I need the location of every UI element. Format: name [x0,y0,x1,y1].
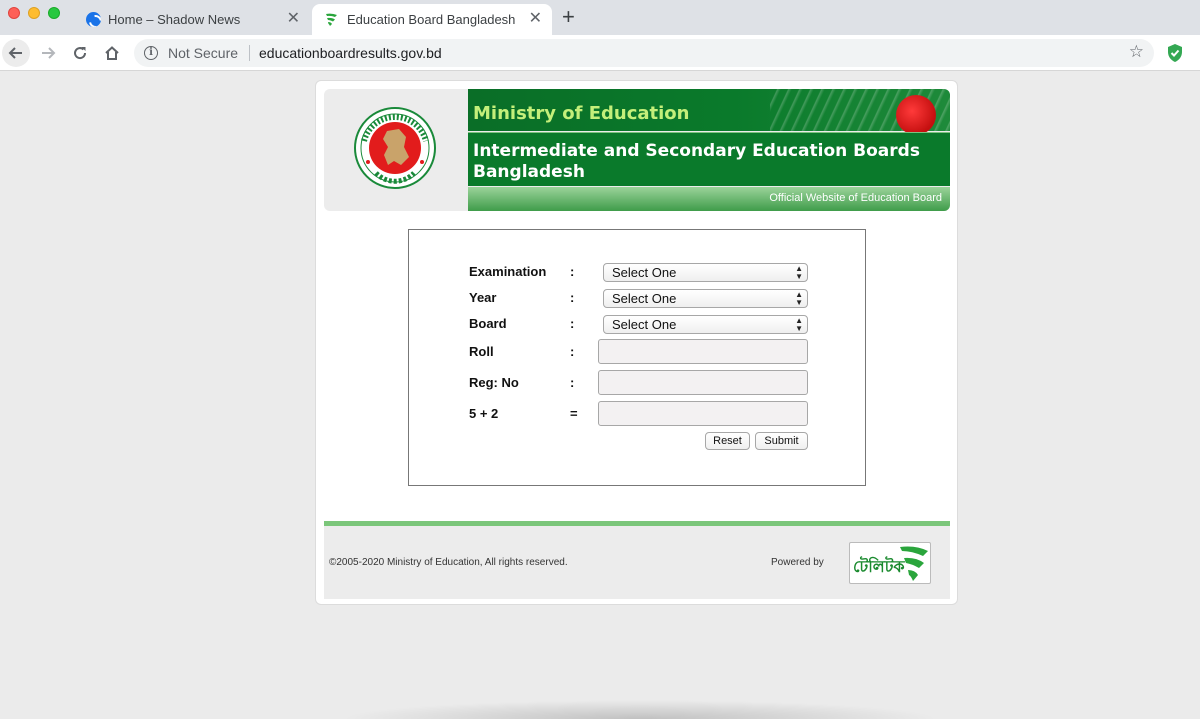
captcha-label: 5 + 2 [469,406,499,421]
boards-title: Intermediate and Secondary Education Boa… [473,141,920,182]
window-minimize-button[interactable] [28,7,40,19]
registration-input[interactable] [598,370,808,395]
banner-top-strip: Ministry of Education [468,89,950,135]
banner-bottom-strip: Official Website of Education Board [468,187,950,211]
teletalk-mark-icon [900,546,928,581]
board-label: Board [469,316,507,331]
window-zoom-button[interactable] [48,7,60,19]
reload-icon [74,47,87,60]
site-header: Ministry of Education Intermediate and S… [324,89,950,211]
registration-label: Reg: No [469,375,519,390]
tab-shadow-news[interactable]: Home – Shadow News ✕ [74,4,310,35]
powered-by-text: Powered by [771,557,824,568]
globe-icon [86,12,101,27]
tab-title: Home – Shadow News [108,12,241,27]
year-row: Year : Select One ▲ ▼ [469,289,809,315]
browser-toolbar: i Not Secure educationboardresults.gov.b… [0,35,1200,71]
board-select-value: Select One [612,317,677,332]
year-select-value: Select One [612,291,677,306]
arrow-right-icon [42,47,56,59]
shield-icon[interactable] [1166,43,1184,63]
close-icon[interactable]: ✕ [529,10,542,28]
teletalk-logo[interactable]: টেলিটক [849,542,931,584]
examination-select[interactable]: Select One ▲ ▼ [603,263,808,282]
examination-label: Examination [469,264,547,279]
examination-row: Examination : Select One ▲ ▼ [469,263,809,289]
government-seal-icon [354,107,436,189]
forward-button[interactable] [34,39,62,67]
captcha-input[interactable] [598,401,808,426]
roll-row: Roll : [469,339,809,365]
home-button[interactable] [98,39,126,67]
close-icon[interactable]: ✕ [287,10,300,28]
roll-label: Roll [469,344,494,359]
roll-input[interactable] [598,339,808,364]
board-row: Board : Select One ▲ ▼ [469,315,809,341]
page-bottom-shadow [340,700,940,719]
page-container: Ministry of Education Intermediate and S… [315,80,958,605]
examination-select-value: Select One [612,265,677,280]
board-select[interactable]: Select One ▲ ▼ [603,315,808,334]
back-button[interactable] [2,39,30,67]
examination-separator: : [570,264,575,279]
official-website-text: Official Website of Education Board [769,192,942,204]
teletalk-favicon-icon [326,13,337,26]
home-icon [105,46,119,60]
select-arrows-icon: ▲ ▼ [795,316,803,333]
info-icon[interactable]: i [144,46,158,60]
flag-disc-icon [896,95,936,135]
year-label: Year [469,290,497,305]
tab-title: Education Board Bangladesh [347,12,516,27]
reset-button[interactable]: Reset [705,432,750,450]
tab-education-board[interactable]: Education Board Bangladesh ✕ [312,4,552,35]
reload-button[interactable] [66,39,94,67]
security-label[interactable]: Not Secure [168,45,238,61]
address-bar[interactable]: i Not Secure educationboardresults.gov.b… [134,39,1154,67]
banner-title-strip: Intermediate and Secondary Education Boa… [468,132,950,186]
select-arrows-icon: ▲ ▼ [795,290,803,307]
arrow-left-icon [8,47,22,59]
roll-separator: : [570,344,575,359]
omnibox-divider [249,45,250,61]
url-text[interactable]: educationboardresults.gov.bd [259,45,442,61]
window-close-button[interactable] [8,7,20,19]
new-tab-button[interactable]: + [562,6,575,28]
teletalk-logo-text: টেলিটক [853,557,905,576]
captcha-row: 5 + 2 = [469,401,809,427]
registration-row: Reg: No : [469,370,809,396]
site-footer: ©2005-2020 Ministry of Education, All ri… [324,521,950,599]
copyright-text: ©2005-2020 Ministry of Education, All ri… [329,557,568,568]
star-icon[interactable]: ☆ [1129,42,1144,62]
result-search-form: Examination : Select One ▲ ▼ Year : Selec… [408,229,866,486]
browser-tab-bar: Home – Shadow News ✕ Education Board Ban… [0,0,1200,35]
submit-button[interactable]: Submit [755,432,808,450]
year-separator: : [570,290,575,305]
select-arrows-icon: ▲ ▼ [795,264,803,281]
ministry-title: Ministry of Education [473,103,690,124]
captcha-separator: = [570,406,578,421]
registration-separator: : [570,375,575,390]
header-banner: Ministry of Education Intermediate and S… [468,89,950,211]
year-select[interactable]: Select One ▲ ▼ [603,289,808,308]
board-separator: : [570,316,575,331]
